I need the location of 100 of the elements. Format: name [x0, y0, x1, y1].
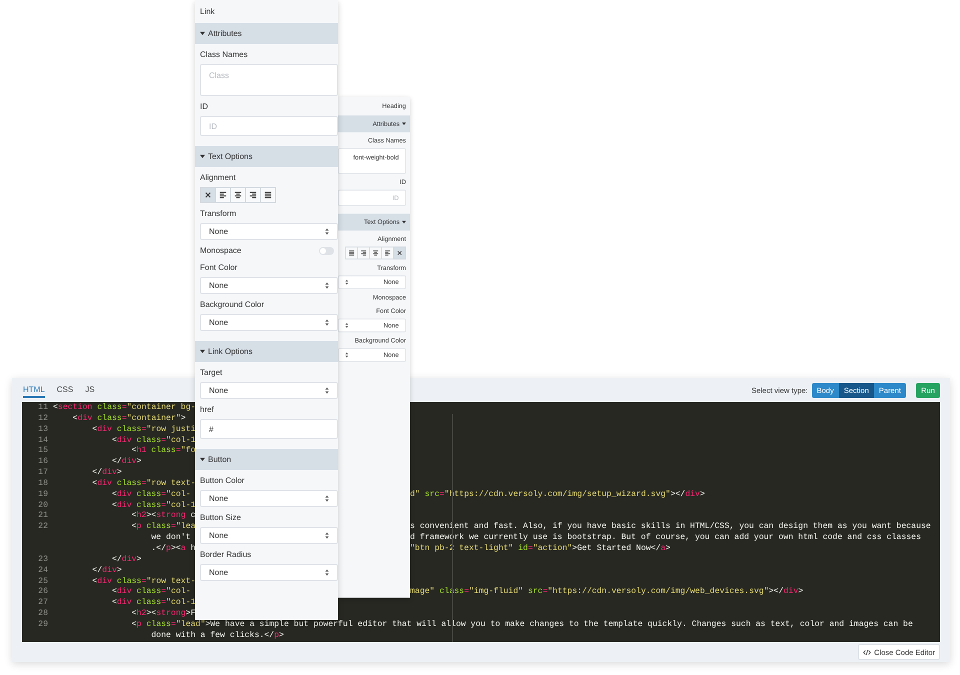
line-number: 13 [38, 424, 48, 434]
line-number: 25 [38, 576, 48, 586]
line-number: 20 [38, 500, 48, 510]
updown-icon [345, 352, 348, 358]
select-field[interactable]: None [200, 527, 338, 544]
code-line: <div class="col- [110, 587, 191, 596]
line-number: 15 [38, 446, 48, 456]
code-line: d" src="https://cdn.versoly.com/img/setup_wizard.svg"></div> [410, 490, 705, 501]
code-line: d framework we currently use is bootstrap. But of course, you can add your own html code and css classes [410, 533, 921, 544]
field-label: Border Radius [199, 549, 252, 561]
field-label: Alignment [199, 172, 237, 184]
updown-icon [325, 282, 329, 289]
align-button[interactable] [357, 246, 370, 260]
code-line: <div class="row text- [91, 478, 196, 488]
input-field[interactable]: # [200, 419, 338, 439]
section-header[interactable]: Text Options [195, 146, 338, 167]
code-line: done with a few clicks.</p> [150, 630, 284, 640]
line-number: 29 [38, 620, 48, 629]
code-line: <div class="col-1 [110, 500, 196, 510]
text-area[interactable]: Class [200, 64, 338, 96]
field-label: Background Color [199, 299, 266, 311]
updown-icon [325, 319, 329, 326]
select-field[interactable]: None [200, 382, 338, 399]
field-label: href [199, 404, 215, 416]
align-left-icon [384, 250, 391, 256]
field-label: Transform [199, 208, 238, 220]
code-line: s convenient and fast. Also, if you have basic skills in HTML/CSS, you can design them as you want because [410, 522, 931, 533]
code-line: <div class="row text- [91, 576, 196, 586]
close-icon [396, 250, 403, 256]
align-center-icon [372, 250, 379, 256]
line-number: 23 [38, 554, 48, 564]
updown-icon [325, 532, 329, 539]
editor-tab[interactable]: CSS [56, 382, 74, 398]
close-icon [204, 191, 212, 199]
align-button[interactable] [260, 187, 276, 203]
align-button[interactable] [230, 187, 246, 203]
updown-icon [325, 228, 329, 235]
align-button[interactable] [381, 246, 394, 260]
code-line: .</p><a h [150, 544, 196, 553]
code-line: <p class="lea [130, 522, 196, 532]
align-button[interactable] [345, 246, 358, 260]
line-number: 19 [38, 490, 48, 499]
align-center-icon [234, 191, 242, 199]
editor-tab[interactable]: JS [85, 382, 95, 398]
editor-tab[interactable]: HTML [23, 382, 45, 398]
code-line: </div> [110, 554, 142, 564]
select-field[interactable]: None [200, 277, 338, 294]
updown-icon [325, 569, 329, 576]
line-number: 27 [38, 598, 48, 608]
line-number: 28 [38, 609, 48, 618]
align-button[interactable] [393, 246, 406, 260]
section-header[interactable]: Link Options [195, 341, 338, 362]
code-line: <div class="col-1 [110, 598, 196, 608]
line-number: 22 [38, 522, 48, 532]
field-label: Font Color [199, 262, 238, 274]
line-number: 17 [38, 468, 48, 478]
updown-icon [345, 279, 348, 285]
input-field[interactable]: ID [200, 116, 338, 136]
code-line: <div class="row justi [91, 424, 196, 434]
align-right-icon [249, 191, 257, 199]
code-line: <div class="container"> [72, 414, 186, 423]
code-line: </div> [91, 566, 122, 575]
code-line: <h2><strong>F [130, 609, 196, 618]
code-line: <section class="container bg- [53, 403, 196, 412]
select-field[interactable]: None [200, 490, 338, 507]
align-button[interactable] [215, 187, 231, 203]
line-number: 26 [38, 587, 48, 596]
line-number: 18 [38, 478, 48, 488]
section-header[interactable]: Button [195, 449, 338, 470]
code-line: <h1 class="fo [130, 446, 196, 456]
toggle-switch[interactable] [319, 247, 334, 255]
align-button[interactable] [200, 187, 216, 203]
updown-icon [325, 387, 329, 394]
select-field[interactable]: None [200, 564, 338, 581]
field-label: ID [199, 101, 209, 113]
code-line: </div> [91, 468, 122, 478]
code-line: <h2><strong c [130, 511, 196, 520]
code-line: <div class="col- [110, 490, 191, 499]
select-field[interactable]: None [200, 314, 338, 331]
align-button[interactable] [369, 246, 382, 260]
line-number: 21 [38, 511, 48, 520]
line-number: 16 [38, 457, 48, 466]
section-header[interactable]: Attributes [195, 23, 338, 44]
panel-title: Link [199, 6, 216, 18]
field-label: Class Names [199, 49, 249, 61]
align-button[interactable] [245, 187, 261, 203]
field-label: Button Size [199, 512, 242, 524]
line-number: 11 [38, 403, 48, 412]
align-left-icon [219, 191, 227, 199]
updown-icon [325, 495, 329, 502]
align-right-icon [360, 250, 367, 256]
line-number: 12 [38, 414, 48, 423]
code-line: <p class="lead">We have a simple but powerful editor that will allow you to make changes to the template quickly. Changes such as text, color and images can be [130, 620, 913, 629]
code-line: we don't [150, 533, 191, 542]
align-justify-icon [264, 191, 272, 199]
select-field[interactable]: None [200, 223, 338, 240]
code-line: </div> [110, 457, 142, 466]
align-justify-icon [348, 250, 355, 256]
line-number: 14 [38, 436, 48, 445]
field-label: Monospace [199, 245, 242, 257]
